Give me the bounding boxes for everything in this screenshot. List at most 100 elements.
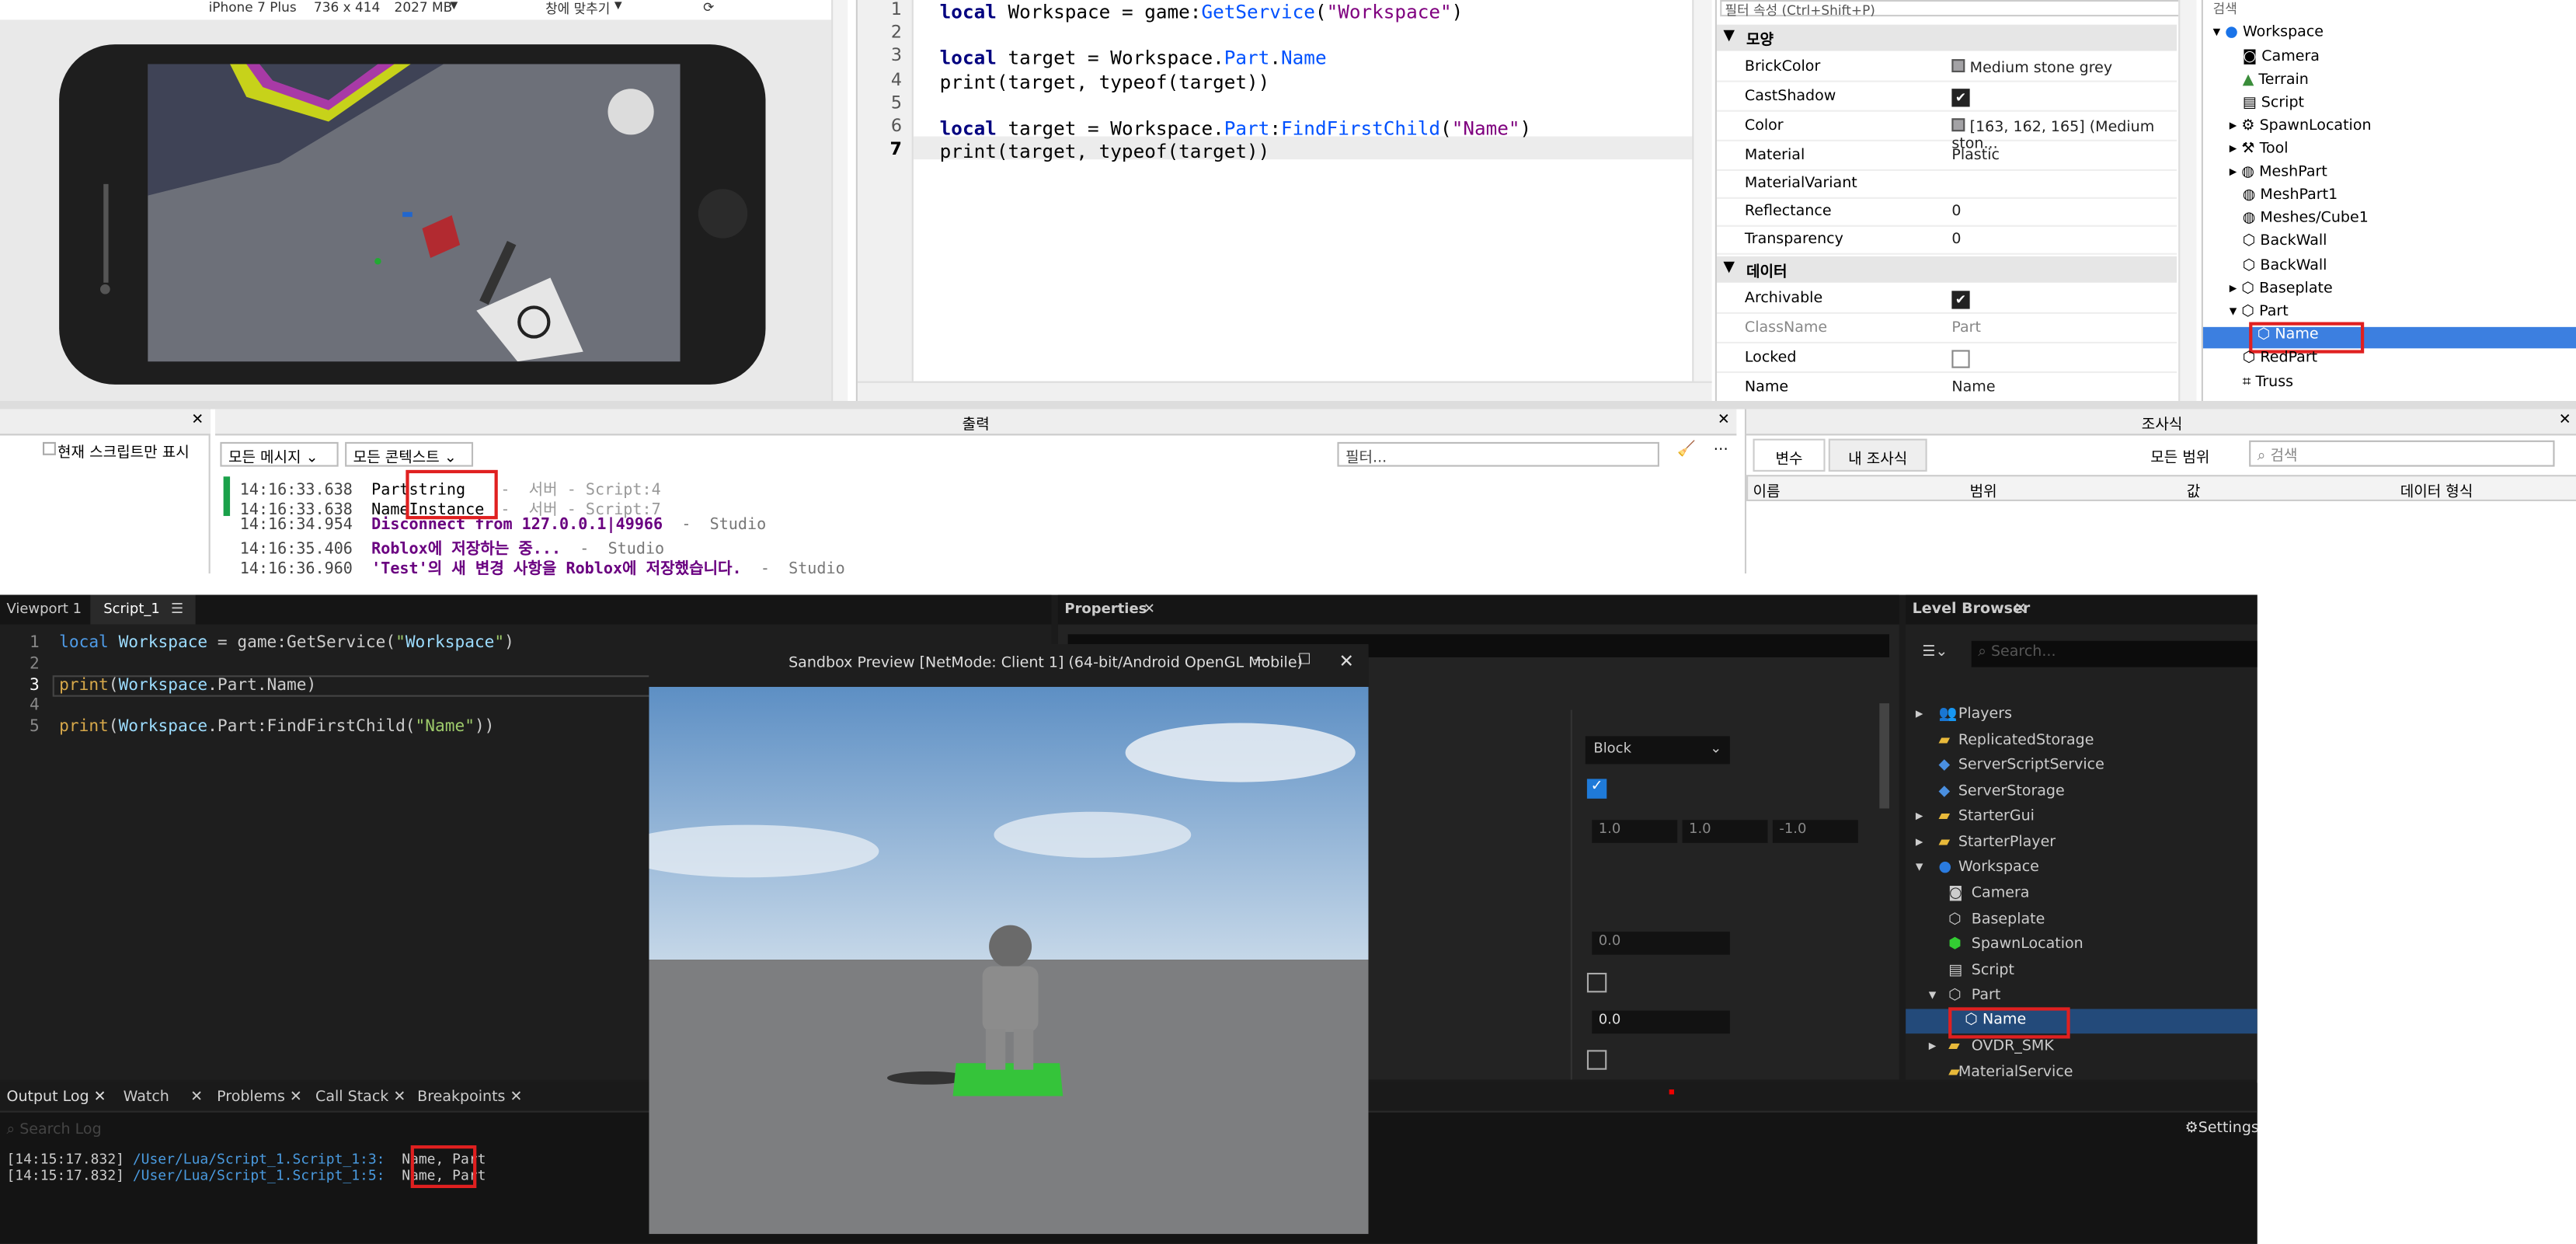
clear-icon[interactable]: 🧹 [1677, 442, 1696, 458]
line-gutter: 1234567 [857, 0, 914, 382]
message-filter-dropdown[interactable]: 모든 메시지 ⌄ [220, 441, 339, 467]
device-select[interactable]: iPhone 7 Plus [209, 0, 297, 15]
part-icon: ⬡ [2241, 281, 2255, 298]
part-icon: ⬡ [2242, 350, 2256, 367]
horizontal-scrollbar[interactable] [857, 381, 1712, 402]
gear-icon: ⚙ [2241, 118, 2255, 135]
close-icon[interactable]: ✕ [191, 413, 204, 429]
section-appearance[interactable]: 모양 [1746, 28, 1774, 49]
explorer-panel: 검색 ▾ ● Workspace ◙ Camera ▲ Terrain ▤ Sc… [2201, 0, 2576, 402]
scrollbar[interactable] [831, 0, 848, 402]
close-icon[interactable]: ✕ [1339, 650, 1354, 671]
tab-breakpoints[interactable]: Breakpoints ✕ [417, 1089, 522, 1106]
watch-search-input[interactable]: ⌕ 검색 [2249, 440, 2555, 467]
terrain-icon: ▲ [2242, 72, 2254, 89]
game-viewport[interactable] [649, 686, 1369, 1235]
section-data[interactable]: 데이터 [1746, 260, 1788, 281]
explorer-search[interactable]: 검색 [2213, 0, 2237, 18]
tab-variables[interactable]: 변수 [1753, 438, 1826, 472]
part-icon: ⬡ [2242, 258, 2256, 275]
left-panel: ✕ 현재 스크립트만 표시 [0, 409, 211, 574]
chevron-down-icon: ▼ [1723, 27, 1735, 45]
ue-code-text[interactable]: local Workspace = game:GetService("Works… [59, 634, 514, 739]
script-icon: ▤ [1948, 963, 1963, 980]
rotate-icon[interactable]: ⟳ [703, 0, 714, 15]
close-icon[interactable]: ✕ [2559, 413, 2571, 429]
context-filter-dropdown[interactable]: 모든 콘텍스트 ⌄ [345, 441, 474, 467]
output-filter-input[interactable]: 필터... [1337, 441, 1659, 467]
output-header: 출력 ✕ [215, 409, 1737, 436]
tool-icon: ⚒ [2241, 141, 2255, 159]
prop-materialvariant[interactable]: MaterialVariant [1716, 171, 2177, 199]
gear-icon: ⚙ [2184, 1120, 2198, 1138]
checkbox[interactable] [1586, 972, 1607, 993]
truss-icon: ⌗ [2242, 375, 2251, 392]
close-icon[interactable]: ✕ [2014, 601, 2027, 618]
scrollbar[interactable] [1879, 703, 1890, 809]
prop-brickcolor[interactable]: BrickColor Medium stone grey [1716, 54, 2177, 82]
mesh-icon: ◍ [2241, 164, 2255, 181]
search-icon: ⌕ [1978, 644, 1986, 661]
scope-select[interactable]: 모든 범위 [2150, 445, 2209, 466]
vertical-scrollbar[interactable] [2178, 0, 2197, 402]
window-title: Sandbox Preview [NetMode: Client 1] (64-… [788, 655, 1304, 672]
prop-archivable[interactable]: Archivable ✔ [1716, 286, 2177, 314]
tab-output-log[interactable]: Output Log ✕ [6, 1089, 106, 1106]
prop-reflectance[interactable]: Reflectance 0 [1716, 199, 2177, 227]
part-icon: ⬡ [1948, 987, 1962, 1005]
menu-icon: ☰ [170, 601, 184, 619]
prop-classname: ClassName Part [1716, 315, 2177, 343]
camera-icon: ◙ [2242, 49, 2257, 66]
col-name[interactable]: 이름 [1753, 480, 1780, 501]
phone-frame [59, 44, 766, 385]
filter-icon[interactable]: ☰⌄ [1922, 644, 1948, 660]
checkbox-checked[interactable]: ✓ [1586, 779, 1607, 799]
folder-icon: ▰ [1948, 1038, 1960, 1055]
service-icon: ◆ [1938, 757, 1951, 775]
minimize-icon[interactable]: — [1254, 653, 1269, 669]
more-icon[interactable]: ⋯ [1714, 442, 1728, 458]
close-icon[interactable]: ✕ [1144, 601, 1155, 618]
fit-select[interactable]: 창에 맞추기 [545, 0, 610, 18]
part-icon: ⬡ [2242, 233, 2256, 250]
prop-locked[interactable]: Locked [1716, 345, 2177, 374]
close-icon[interactable]: ✕ [1718, 413, 1730, 429]
properties-panel: 필터 속성 (Ctrl+Shift+P) ▼ 모양 BrickColor Mediu… [1714, 0, 2197, 403]
folder-icon: ▰ [1938, 808, 1951, 825]
level-browser: Level Browser ✕ ☰⌄ ⌕ Search... ▸ 👥 Players … [1906, 594, 2257, 1082]
prop-transparency[interactable]: Transparency 0 [1716, 227, 2177, 255]
tab-watch[interactable]: Watch ✕ [124, 1089, 203, 1106]
tab-viewport[interactable]: Viewport 1 [6, 601, 82, 618]
level-search-input[interactable]: ⌕ Search... [1971, 640, 2257, 667]
checkbox[interactable] [1586, 1050, 1607, 1070]
col-value[interactable]: 값 [2187, 480, 2201, 501]
sandbox-preview-window[interactable]: Sandbox Preview [NetMode: Client 1] (64-… [649, 644, 1369, 1235]
prop-castshadow[interactable]: CastShadow ✔ [1716, 84, 2177, 112]
game-viewport[interactable] [148, 64, 681, 362]
roblox-studio: iPhone 7 Plus 736 x 414 2027 MB ▼ 창에 맞추기… [0, 0, 2576, 595]
search-icon: ⌕ [6, 1122, 16, 1139]
col-datatype[interactable]: 데이터 형식 [2400, 480, 2473, 501]
col-scope[interactable]: 범위 [1970, 480, 1997, 501]
script-icon: ▤ [2242, 95, 2257, 112]
prop-color[interactable]: Color [163, 162, 165] (Medium ston... [1716, 113, 2177, 153]
output-log: 14:16:33.638 Partstring - 서버 - Script:4 … [215, 469, 1736, 578]
current-script-only-checkbox[interactable]: 현재 스크립트만 표시 [57, 441, 190, 462]
prop-name[interactable]: Name Name [1716, 375, 2177, 403]
prop-material[interactable]: Material Plastic [1716, 143, 2177, 171]
code-text[interactable]: local Workspace = game:GetService("Works… [940, 0, 1532, 163]
maximize-icon[interactable]: ☐ [1298, 653, 1311, 669]
script-editor[interactable]: 1234567 local Workspace = game:GetServic… [855, 0, 1712, 402]
checkbox-checked: ✔ [1951, 89, 1970, 107]
property-filter-input[interactable]: 필터 속성 (Ctrl+Shift+P) [1720, 0, 2191, 18]
chevron-down-icon: ▼ [1723, 260, 1735, 277]
tab-my-watch[interactable]: 내 조사식 [1828, 438, 1927, 472]
explorer-item[interactable]: Workspace [2243, 25, 2324, 41]
device-memory[interactable]: 2027 MB [395, 0, 453, 15]
vertical-scrollbar[interactable] [1692, 0, 1712, 382]
tab-call-stack[interactable]: Call Stack ✕ [315, 1089, 406, 1106]
settings-button[interactable]: ⚙Settings [2185, 1120, 2257, 1137]
tab-problems[interactable]: Problems ✕ [217, 1089, 302, 1106]
players-icon: 👥 [1938, 706, 1958, 723]
shape-dropdown[interactable]: Block ⌄ [1585, 736, 1730, 765]
